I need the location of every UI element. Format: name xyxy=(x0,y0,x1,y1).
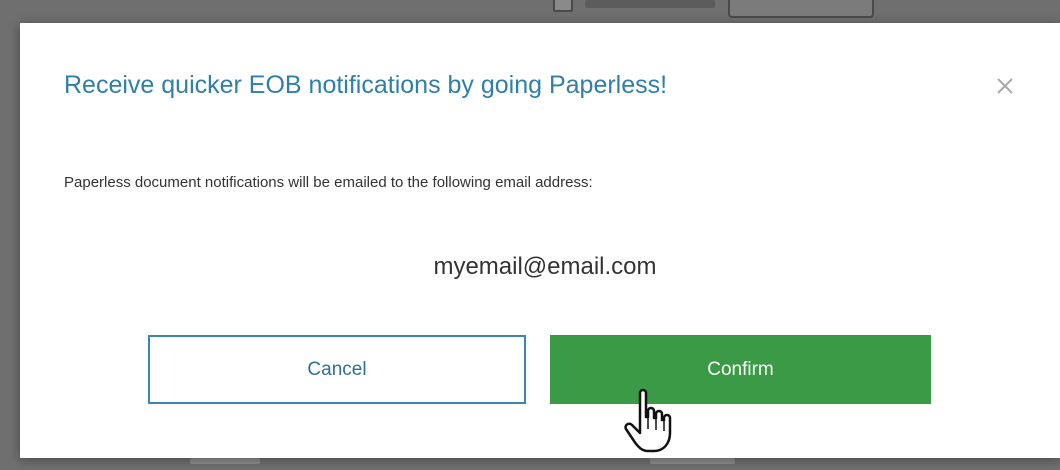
close-button[interactable] xyxy=(990,71,1020,101)
confirm-button[interactable]: Confirm xyxy=(550,335,931,404)
background-label xyxy=(585,0,715,8)
cancel-button[interactable]: Cancel xyxy=(148,335,526,404)
background-text-right xyxy=(650,458,735,464)
dialog-description: Paperless document notifications will be… xyxy=(64,174,593,191)
background-checkbox xyxy=(553,0,573,12)
paperless-dialog: Receive quicker EOB notifications by goi… xyxy=(20,23,1060,458)
close-icon xyxy=(997,78,1013,94)
background-text-left xyxy=(190,458,260,464)
background-input xyxy=(728,0,874,18)
dialog-title: Receive quicker EOB notifications by goi… xyxy=(64,71,668,99)
email-address: myemail@email.com xyxy=(433,253,657,280)
